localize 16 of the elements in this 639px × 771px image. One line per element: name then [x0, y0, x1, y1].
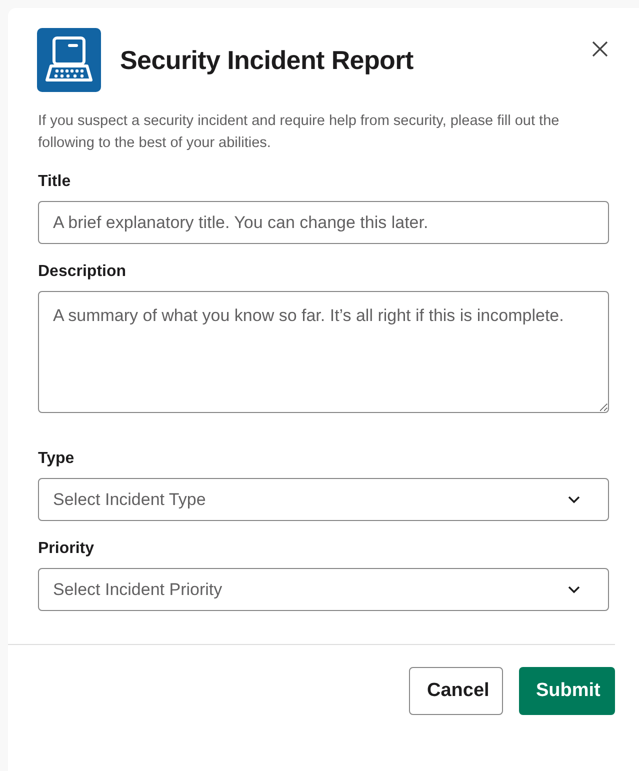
laptop-icon	[37, 28, 101, 92]
chevron-icon	[568, 496, 580, 504]
chevron-icon	[568, 586, 580, 594]
select-field[interactable]: Select Incident Type	[38, 478, 609, 521]
field-label: Priority	[38, 540, 96, 558]
textarea-field[interactable]: A summary of what you know so far. It’s all right if this is incomplete.	[38, 291, 609, 413]
cancel-button[interactable]: Cancel	[409, 667, 503, 715]
field-label: Title	[38, 173, 72, 191]
field-label: Type	[38, 450, 76, 468]
modal-title: Security Incident Report	[120, 44, 414, 76]
input-field[interactable]: A brief explanatory title. You can change this later.	[38, 201, 609, 244]
submit-button[interactable]: Submit	[519, 667, 615, 715]
select-field[interactable]: Select Incident Priority	[38, 568, 609, 611]
close-icon[interactable]	[592, 41, 608, 57]
intro-text: If you suspect a security incident and require help from security, please fill out the following to the best of your abilities.	[38, 112, 560, 153]
field-label: Description	[38, 263, 128, 281]
